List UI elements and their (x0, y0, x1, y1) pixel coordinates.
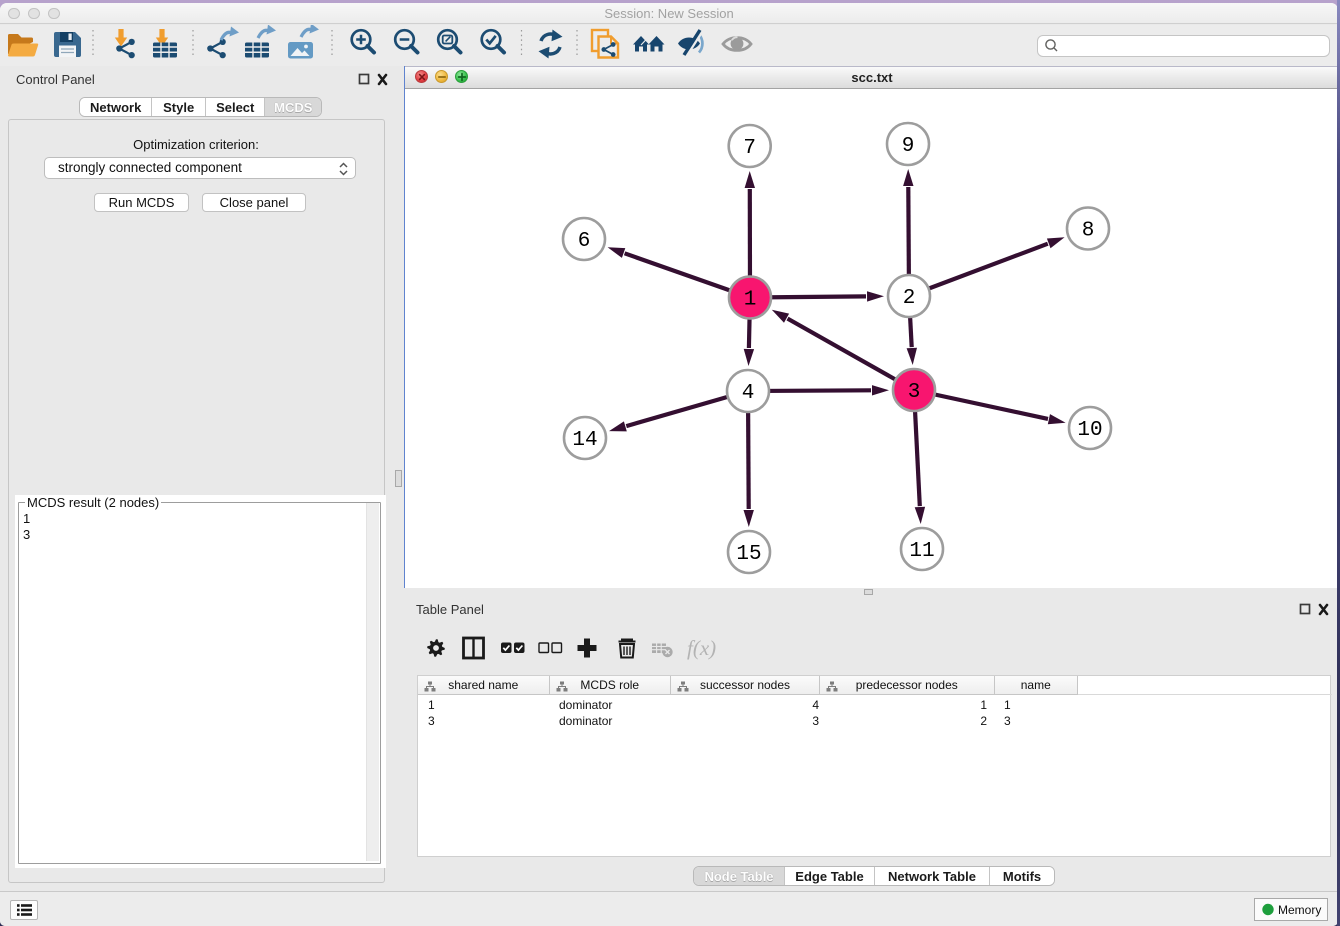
svg-text:3: 3 (908, 381, 921, 404)
svg-text:4: 4 (742, 382, 755, 405)
svg-text:f(x): f(x) (687, 636, 716, 660)
svg-text:14: 14 (572, 429, 597, 452)
svg-text:7: 7 (743, 137, 756, 160)
svg-text:10: 10 (1077, 419, 1102, 442)
svg-text:1: 1 (744, 289, 757, 312)
svg-text:15: 15 (736, 543, 761, 566)
svg-text:9: 9 (902, 135, 915, 158)
svg-text:2: 2 (903, 287, 916, 310)
svg-text:8: 8 (1082, 220, 1095, 243)
svg-text:11: 11 (909, 540, 934, 563)
svg-text:6: 6 (578, 230, 591, 253)
